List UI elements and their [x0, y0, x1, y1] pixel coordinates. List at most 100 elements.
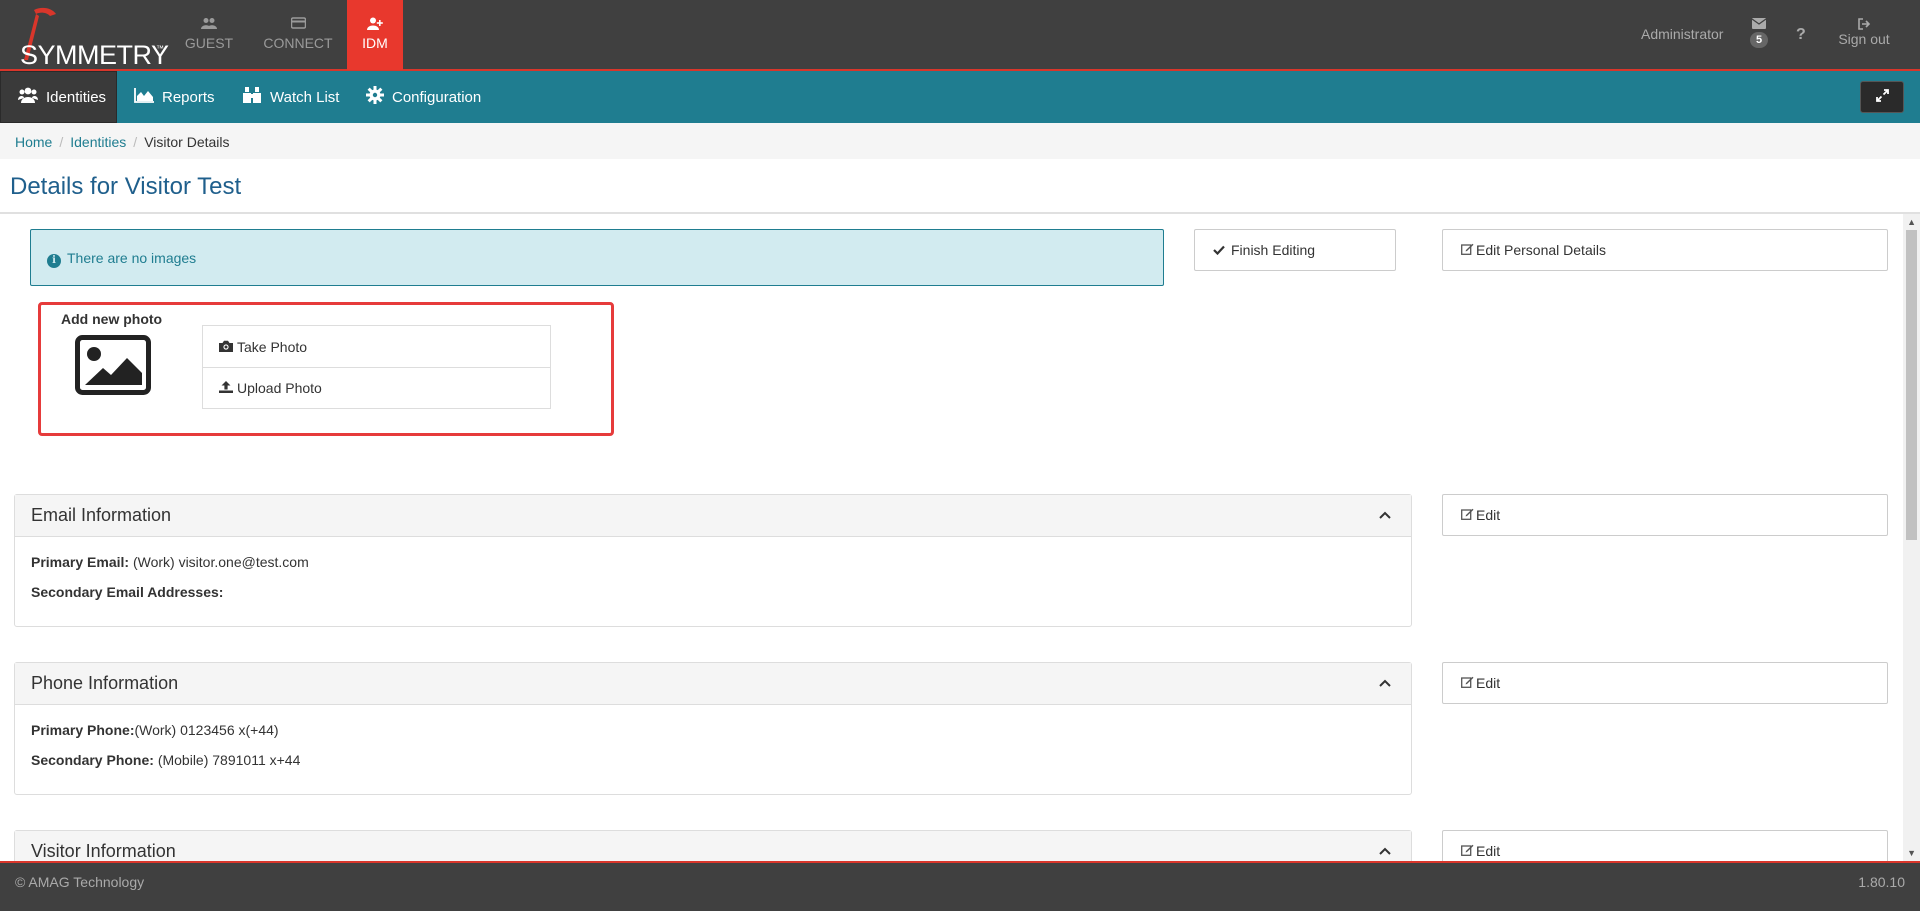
- user-plus-icon: [347, 17, 403, 31]
- subnav-configuration-label: Configuration: [392, 88, 482, 106]
- edit-visitor-button[interactable]: Edit: [1442, 830, 1888, 861]
- take-photo-button[interactable]: Take Photo: [203, 326, 550, 367]
- email-panel-header[interactable]: Email Information: [15, 495, 1411, 537]
- current-user[interactable]: Administrator: [1641, 26, 1723, 42]
- brand-name: SYMMETRY: [20, 40, 169, 70]
- primary-phone-label: Primary Phone:: [31, 722, 135, 738]
- email-panel-title: Email Information: [31, 505, 172, 525]
- edit-icon: [1461, 242, 1474, 258]
- topnav-idm[interactable]: IDM: [347, 0, 403, 70]
- topnav-guest-label: GUEST: [184, 35, 234, 51]
- chevron-up-icon[interactable]: [1379, 679, 1391, 687]
- secondary-email-row: Secondary Email Addresses:: [31, 584, 1395, 600]
- email-information-panel: Email Information Primary Email: (Work) …: [14, 494, 1412, 627]
- users-icon: [174, 17, 244, 31]
- subnav-identities-label: Identities: [46, 88, 107, 106]
- scroll-up-arrow[interactable]: ▲: [1907, 217, 1916, 227]
- edit-icon: [1461, 843, 1474, 859]
- scrollbar-thumb[interactable]: [1906, 230, 1917, 540]
- sign-out-icon: [1836, 17, 1892, 31]
- topnav-connect[interactable]: CONNECT: [262, 0, 334, 70]
- subnav-watchlist-label: Watch List: [270, 88, 340, 106]
- visitor-information-panel: Visitor Information: [14, 830, 1412, 861]
- primary-phone-row: Primary Phone:(Work) 0123456 x(+44): [31, 722, 1395, 738]
- edit-personal-details-button[interactable]: Edit Personal Details: [1442, 229, 1888, 271]
- fullscreen-button[interactable]: [1860, 81, 1904, 113]
- edit-email-label: Edit: [1476, 507, 1501, 523]
- subnav-configuration[interactable]: Configuration: [366, 71, 481, 123]
- envelope-icon: [1745, 16, 1773, 30]
- edit-phone-label: Edit: [1476, 675, 1501, 691]
- subnav-identities[interactable]: Identities: [0, 71, 117, 123]
- area-chart-icon: [134, 87, 154, 107]
- chevron-up-icon[interactable]: [1379, 511, 1391, 519]
- subnav-reports[interactable]: Reports: [134, 71, 215, 123]
- card-icon: [262, 17, 334, 31]
- details-content[interactable]: i There are no images Finish Editing Edit…: [0, 214, 1920, 861]
- edit-icon: [1461, 507, 1474, 523]
- finish-editing-label: Finish Editing: [1231, 242, 1316, 258]
- edit-personal-details-label: Edit Personal Details: [1476, 242, 1606, 258]
- phone-panel-title: Phone Information: [31, 673, 179, 693]
- help-button[interactable]: ?: [1796, 26, 1806, 44]
- info-icon: i: [47, 254, 61, 268]
- check-icon: [1213, 242, 1225, 258]
- breadcrumb-current: Visitor Details: [144, 134, 230, 150]
- add-photo-section: Add new photo Take Photo Upload Photo: [38, 302, 614, 436]
- chevron-up-icon[interactable]: [1379, 847, 1391, 855]
- binoculars-icon: [242, 86, 262, 108]
- photo-actions: Take Photo Upload Photo: [202, 325, 551, 409]
- primary-email-row: Primary Email: (Work) visitor.one@test.c…: [31, 554, 1395, 570]
- breadcrumb-separator: /: [133, 134, 138, 150]
- visitor-panel-title: Visitor Information: [31, 841, 176, 861]
- phone-panel-body: Primary Phone:(Work) 0123456 x(+44) Seco…: [15, 705, 1411, 799]
- add-photo-label: Add new photo: [61, 311, 163, 327]
- edit-icon: [1461, 675, 1474, 691]
- primary-email-value: (Work) visitor.one@test.com: [132, 554, 309, 570]
- secondary-phone-value: (Mobile) 7891011 x+44: [157, 752, 301, 768]
- signout-label: Sign out: [1838, 31, 1890, 47]
- secondary-email-label: Secondary Email Addresses:: [31, 584, 224, 600]
- users-icon: [18, 87, 38, 107]
- phone-panel-header[interactable]: Phone Information: [15, 663, 1411, 705]
- phone-information-panel: Phone Information Primary Phone:(Work) 0…: [14, 662, 1412, 795]
- visitor-panel-header[interactable]: Visitor Information: [15, 831, 1411, 861]
- top-bar: SYMMETRY ™ GUEST CONNECT IDM Administrat…: [0, 0, 1920, 71]
- alert-text: There are no images: [67, 250, 197, 266]
- primary-email-label: Primary Email:: [31, 554, 130, 570]
- email-panel-body: Primary Email: (Work) visitor.one@test.c…: [15, 537, 1411, 631]
- upload-photo-button[interactable]: Upload Photo: [203, 367, 550, 408]
- image-placeholder-icon: [75, 335, 151, 395]
- edit-email-button[interactable]: Edit: [1442, 494, 1888, 536]
- breadcrumb: Home / Identities / Visitor Details: [0, 123, 1920, 159]
- messages-button[interactable]: 5: [1745, 0, 1773, 70]
- symmetry-logo[interactable]: SYMMETRY ™: [6, 4, 169, 70]
- topnav-guest[interactable]: GUEST: [174, 0, 244, 70]
- messages-badge: 5: [1749, 32, 1769, 48]
- secondary-phone-row: Secondary Phone: (Mobile) 7891011 x+44: [31, 752, 1395, 768]
- footer: © AMAG Technology 1.80.10: [0, 861, 1920, 911]
- camera-icon: [219, 339, 233, 355]
- expand-icon: [1875, 89, 1889, 105]
- gear-icon: [366, 86, 384, 108]
- no-images-alert: i There are no images: [30, 229, 1164, 286]
- upload-photo-label: Upload Photo: [237, 380, 322, 396]
- secondary-phone-label: Secondary Phone:: [31, 752, 154, 768]
- page-title: Details for Visitor Test: [10, 173, 242, 200]
- secondary-nav: Identities Reports Watch List Configurat…: [0, 71, 1920, 123]
- scroll-down-arrow[interactable]: ▼: [1907, 848, 1916, 858]
- brand-tm: ™: [156, 44, 164, 53]
- subnav-reports-label: Reports: [162, 88, 215, 106]
- signout-button[interactable]: Sign out: [1836, 0, 1892, 70]
- breadcrumb-identities[interactable]: Identities: [70, 134, 126, 150]
- take-photo-label: Take Photo: [237, 338, 308, 355]
- edit-phone-button[interactable]: Edit: [1442, 662, 1888, 704]
- subnav-watchlist[interactable]: Watch List: [242, 71, 339, 123]
- upload-icon: [219, 380, 233, 396]
- topnav-connect-label: CONNECT: [263, 35, 333, 51]
- breadcrumb-home[interactable]: Home: [15, 134, 52, 150]
- finish-editing-button[interactable]: Finish Editing: [1194, 229, 1396, 271]
- copyright: © AMAG Technology: [15, 874, 145, 890]
- primary-phone-value: (Work) 0123456 x(+44): [134, 722, 279, 738]
- topnav-idm-label: IDM: [362, 35, 388, 51]
